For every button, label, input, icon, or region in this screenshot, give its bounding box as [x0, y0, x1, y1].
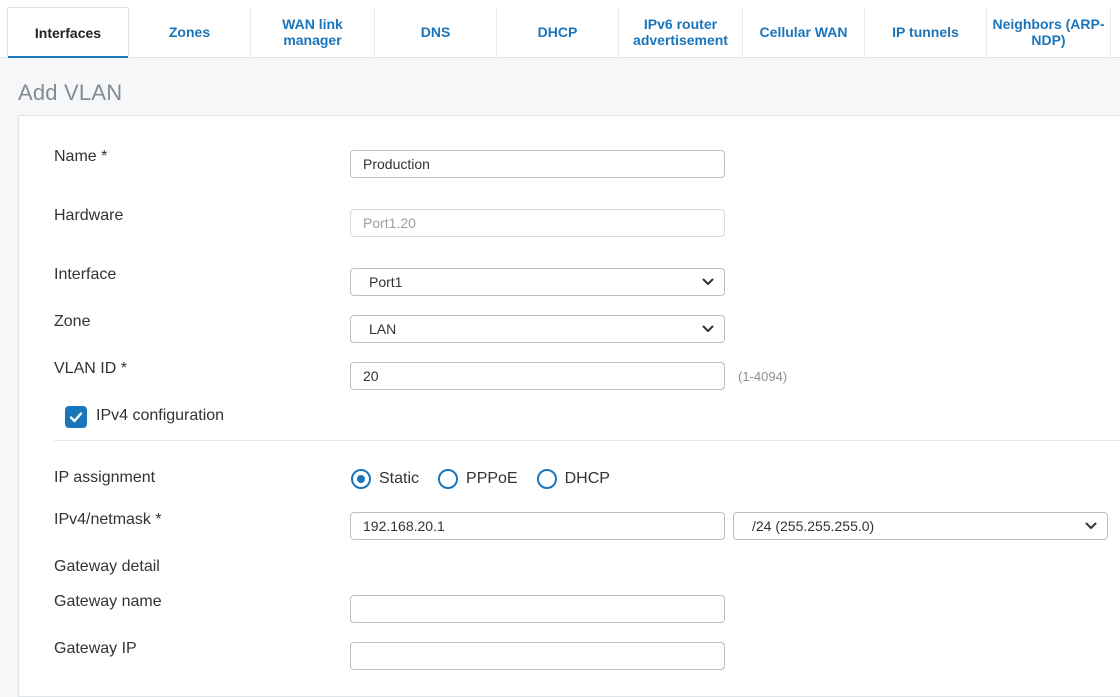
hardware-value: Port1.20: [363, 215, 416, 231]
chevron-down-icon: [702, 325, 714, 332]
ip-assignment-radio-group: Static PPPoE DHCP: [351, 469, 629, 489]
tab-label: IP tunnels: [892, 24, 959, 40]
chevron-down-icon: [1085, 522, 1097, 529]
ipv4-configuration-checkbox[interactable]: [65, 406, 87, 428]
netmask-select[interactable]: /24 (255.255.255.0): [733, 512, 1108, 540]
tab-label: Cellular WAN: [759, 24, 848, 40]
tab-zones[interactable]: Zones: [129, 7, 251, 57]
zone-label: Zone: [54, 313, 91, 330]
zone-value: LAN: [369, 321, 397, 337]
radio-label: Static: [379, 470, 420, 487]
ipv4-configuration-label: IPv4 configuration: [96, 407, 225, 424]
tab-label: DNS: [420, 24, 451, 40]
name-label: Name *: [54, 148, 108, 165]
vlan-id-label: VLAN ID *: [54, 360, 127, 377]
tab-interfaces[interactable]: Interfaces: [7, 7, 129, 58]
hardware-input: Port1.20: [350, 209, 725, 237]
gateway-ip-input[interactable]: [350, 642, 725, 670]
gateway-name-label: Gateway name: [54, 593, 162, 610]
tab-label: DHCP: [537, 24, 578, 40]
tab-neighbors[interactable]: Neighbors (ARP-NDP): [987, 7, 1111, 57]
ip-assignment-label: IP assignment: [54, 469, 156, 486]
tab-label: Zones: [168, 24, 211, 40]
interface-label: Interface: [54, 266, 117, 283]
gateway-ip-label: Gateway IP: [54, 640, 137, 657]
tab-label: Interfaces: [34, 24, 102, 41]
vlan-id-range-hint: (1-4094): [738, 369, 788, 384]
radio-unchecked-icon: [438, 469, 459, 489]
tab-ipv6-router-advertisement[interactable]: IPv6 router advertisement: [619, 7, 743, 57]
radio-label: DHCP: [564, 470, 610, 487]
gateway-name-input[interactable]: [350, 595, 725, 623]
tab-ip-tunnels[interactable]: IP tunnels: [865, 7, 987, 57]
tab-cellular-wan[interactable]: Cellular WAN: [743, 7, 865, 57]
radio-label: PPPoE: [466, 470, 518, 487]
ip-assignment-dhcp-radio[interactable]: DHCP: [536, 469, 610, 489]
tab-dns[interactable]: DNS: [375, 7, 497, 57]
zone-select[interactable]: LAN: [350, 315, 725, 343]
ipv4-address-input[interactable]: 192.168.20.1: [350, 512, 725, 540]
tab-dhcp[interactable]: DHCP: [497, 7, 619, 57]
interface-select[interactable]: Port1: [350, 268, 725, 296]
tab-wan-link-manager[interactable]: WAN link manager: [251, 7, 375, 57]
ip-assignment-static-radio[interactable]: Static: [351, 469, 419, 489]
name-input[interactable]: Production: [350, 150, 725, 178]
ipv4-netmask-label: IPv4/netmask *: [54, 511, 162, 528]
page-title: Add VLAN: [18, 80, 123, 105]
netmask-value: /24 (255.255.255.0): [752, 518, 875, 534]
vlan-id-value: 20: [363, 368, 379, 384]
tab-bar: Interfaces Zones WAN link manager DNS DH…: [0, 0, 1120, 58]
gateway-detail-heading: Gateway detail: [54, 558, 160, 575]
interface-value: Port1: [369, 274, 403, 290]
section-divider: [54, 440, 1120, 441]
hardware-label: Hardware: [54, 207, 124, 224]
radio-checked-icon: [351, 469, 371, 489]
ip-assignment-pppoe-radio[interactable]: PPPoE: [438, 469, 518, 489]
check-icon: [69, 412, 83, 423]
tab-label: WAN link manager: [282, 16, 343, 48]
ipv4-address-value: 192.168.20.1: [363, 518, 445, 534]
tabs: Interfaces Zones WAN link manager DNS DH…: [0, 0, 1120, 58]
vlan-id-input[interactable]: 20: [350, 362, 725, 390]
chevron-down-icon: [702, 278, 714, 285]
name-value: Production: [363, 156, 430, 172]
radio-unchecked-icon: [536, 469, 557, 489]
tab-label: IPv6 router advertisement: [633, 16, 728, 48]
tab-label: Neighbors (ARP-NDP): [992, 16, 1105, 48]
